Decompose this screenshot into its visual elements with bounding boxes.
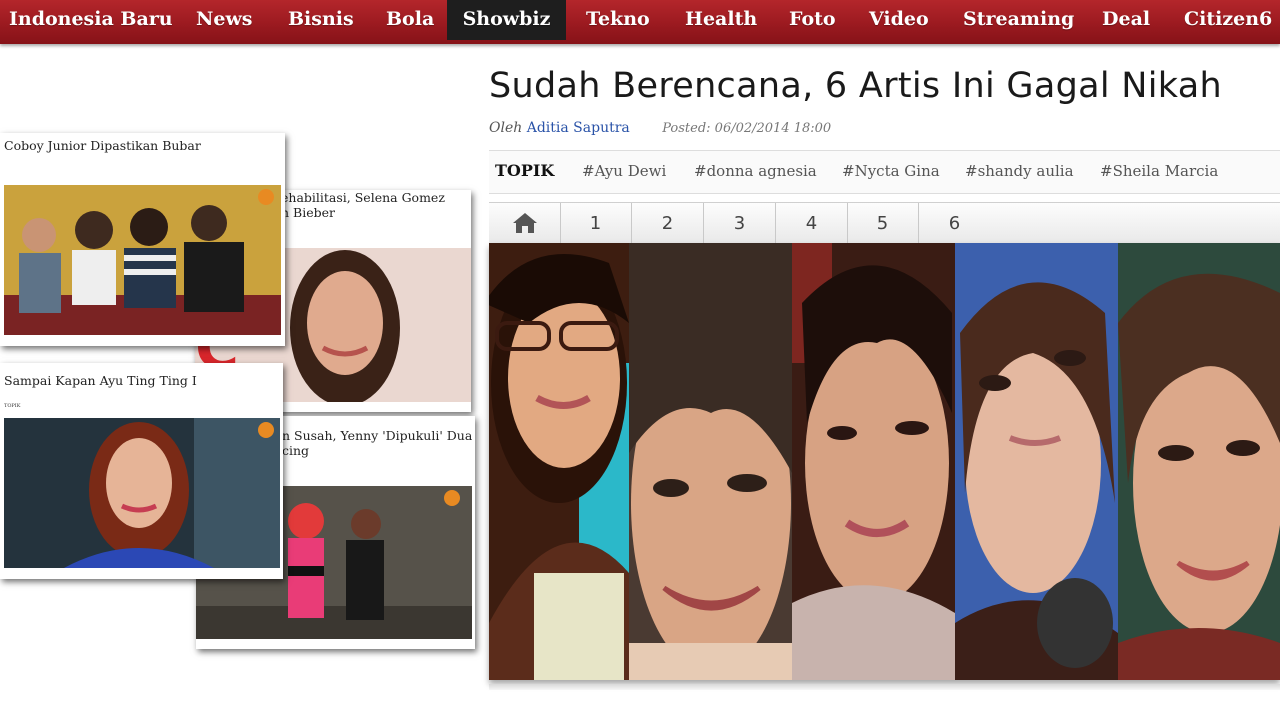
- card-title: Coboy Junior Dipastikan Bubar: [4, 138, 201, 153]
- pager-page-6[interactable]: 6: [919, 203, 990, 243]
- nav-item-bisnis[interactable]: Bisnis: [288, 0, 354, 40]
- article-title: Sudah Berencana, 6 Artis Ini Gagal Nikah: [489, 66, 1222, 106]
- card-title-line2: cing: [282, 443, 310, 458]
- collage-card-ayu-ting-ting[interactable]: Sampai Kapan Ayu Ting Ting I TOPIK: [0, 363, 283, 579]
- pager-page-5[interactable]: 5: [847, 203, 919, 243]
- nav-item-bola[interactable]: Bola: [386, 0, 434, 40]
- portrait-photo-1: [489, 243, 629, 680]
- nav-item-news[interactable]: News: [196, 0, 253, 40]
- card-title: Sampai Kapan Ayu Ting Ting I: [4, 373, 197, 388]
- collage-card-coboy-junior[interactable]: Coboy Junior Dipastikan Bubar: [0, 133, 285, 346]
- portrait-photo-3: [792, 243, 955, 680]
- nav-item-health[interactable]: Health: [685, 0, 757, 40]
- card-photo: [4, 418, 280, 568]
- pager-page-3[interactable]: 3: [704, 203, 776, 243]
- card-title-line2: n Bieber: [281, 205, 335, 220]
- topic-bar: TOPIK #Ayu Dewi #donna agnesia #Nycta Gi…: [489, 150, 1280, 194]
- nav-item-citizen6[interactable]: Citizen6: [1184, 0, 1272, 40]
- home-icon: [512, 213, 537, 233]
- tag-ayu-dewi[interactable]: #Ayu Dewi: [582, 162, 666, 180]
- nav-item-showbiz[interactable]: Showbiz: [447, 0, 566, 40]
- nav-item-deal[interactable]: Deal: [1102, 0, 1150, 40]
- posted-date: Posted: 06/02/2014 18:00: [662, 121, 832, 136]
- pager-page-2[interactable]: 2: [632, 203, 704, 243]
- card-photo: [4, 185, 281, 335]
- tag-nycta-gina[interactable]: #Nycta Gina: [842, 162, 940, 180]
- portrait-photo-5: [1118, 243, 1280, 680]
- portrait-photo-4: [955, 243, 1118, 680]
- byline: Oleh Aditia Saputra Posted: 06/02/2014 1…: [489, 120, 831, 136]
- card-title: ehabilitasi, Selena Gomez: [281, 190, 445, 205]
- nav-item-video[interactable]: Video: [869, 0, 929, 40]
- tag-shandy-aulia[interactable]: #shandy aulia: [965, 162, 1074, 180]
- topic-label: TOPIK: [495, 161, 555, 180]
- gallery-pagination: 1 2 3 4 5 6: [489, 202, 1280, 243]
- tag-donna-agnesia[interactable]: #donna agnesia: [694, 162, 817, 180]
- portrait-photo-2: [629, 243, 792, 680]
- pager-page-4[interactable]: 4: [776, 203, 848, 243]
- nav-item-streaming[interactable]: Streaming: [963, 0, 1074, 40]
- nav-item-tekno[interactable]: Tekno: [586, 0, 650, 40]
- pager-home-button[interactable]: [489, 203, 561, 243]
- nav-item-foto[interactable]: Foto: [789, 0, 836, 40]
- nav-item-indonesia-baru[interactable]: Indonesia Baru: [9, 0, 173, 40]
- article-photo-strip[interactable]: [489, 243, 1280, 680]
- card-title: n Susah, Yenny 'Dipukuli' Dua: [282, 428, 473, 443]
- top-navigation: Indonesia Baru News Bisnis Bola Showbiz …: [0, 0, 1280, 44]
- author-link[interactable]: Aditia Saputra: [527, 120, 630, 136]
- pager-page-1[interactable]: 1: [560, 203, 632, 243]
- card-topic-label: TOPIK: [4, 403, 21, 409]
- byline-prefix: Oleh: [489, 120, 523, 136]
- photo-strip-bottom-edge: [489, 684, 1280, 690]
- tag-sheila-marcia[interactable]: #Sheila Marcia: [1100, 162, 1218, 180]
